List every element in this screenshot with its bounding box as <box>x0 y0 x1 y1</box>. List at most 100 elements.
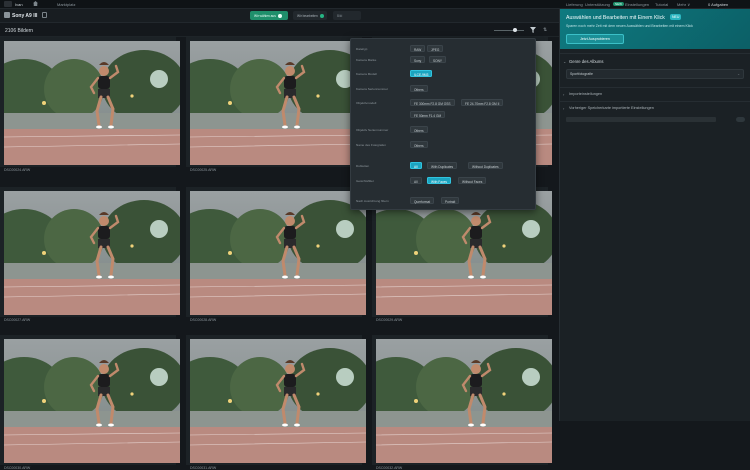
filter-icon[interactable] <box>530 27 536 33</box>
filter-chip[interactable]: Without Duplicates <box>468 162 503 169</box>
edit-icon[interactable] <box>42 12 47 18</box>
filter-chip[interactable]: Others <box>410 126 428 133</box>
step-edit-label: Wir bearbeiten <box>297 14 318 18</box>
sort-icon[interactable]: ⇅ <box>543 27 548 33</box>
import-settings-title: Importeinstellungen <box>569 92 603 96</box>
filter-chip[interactable]: FE 50mm F1.4 GM <box>410 111 446 118</box>
filter-chip[interactable]: Without Faces <box>458 177 487 184</box>
album-title: Sony A9 III <box>12 13 38 19</box>
photo-filename: DSC00024.ARW <box>4 168 31 172</box>
home-icon[interactable] <box>33 1 38 6</box>
photo-thumbnail[interactable] <box>4 41 180 165</box>
check-icon <box>277 14 282 19</box>
photo-tile[interactable]: DSC00030.ARW <box>0 335 180 470</box>
photo-tile[interactable]: DSC00025.ARW <box>186 37 366 172</box>
filter-row-label: Objektiv Seriennummer <box>356 128 389 132</box>
step-select-tab[interactable]: Wir wählen aus <box>250 11 288 20</box>
photo-thumbnail[interactable] <box>190 191 366 315</box>
filter-popover: Dateityp RAW JPEG Kamera Marke Sony SONY Kamer… <box>350 38 536 210</box>
album-toolbar: Sony A9 III Wir wählen aus Wir bearbeite… <box>0 9 559 23</box>
filter-row-label: Gesichtsfilter <box>356 179 374 183</box>
try-now-button[interactable]: Jetzt Ausprobieren <box>566 34 624 44</box>
settings-panel: Auswählen und Bearbeiten mit Einem Klick… <box>559 9 750 421</box>
filter-chip[interactable]: Others <box>410 85 428 92</box>
filter-chip[interactable]: Others <box>410 141 428 148</box>
step-select-label: Wir wählen aus <box>254 14 276 18</box>
genre-title[interactable]: Genre des Albums <box>569 59 603 64</box>
nav-lieferung[interactable]: Lieferung <box>566 2 583 7</box>
photo-filename: DSC00030.ARW <box>4 466 31 470</box>
nav-support[interactable]: Unterstützung <box>585 2 610 7</box>
filter-chip[interactable]: ILCE-9M3 <box>410 70 433 77</box>
photo-thumbnail[interactable] <box>190 41 366 165</box>
photo-thumbnail[interactable] <box>376 339 552 463</box>
filter-row-label: Dateityp <box>356 47 368 51</box>
filter-chip[interactable]: Querformat <box>410 197 435 204</box>
previous-settings-title: Vorheriger Speicherkarte importierte Ein… <box>569 106 654 110</box>
filter-chip[interactable]: All <box>410 177 422 184</box>
nav-tutorial[interactable]: Tutorial <box>655 2 668 7</box>
filter-chip[interactable]: RAW <box>410 45 426 52</box>
photo-tile[interactable]: DSC00027.ARW <box>0 187 180 322</box>
filter-row-label: Objektivmodell <box>356 101 377 105</box>
previous-settings-section[interactable]: › Vorheriger Speicherkarte importierte E… <box>560 101 750 115</box>
filter-row-label: Kamera Seriennummer <box>356 87 388 91</box>
photo-tile[interactable]: DSC00031.ARW <box>186 335 366 470</box>
banner-text: Sparen noch mehr Zeit mit dem neuen Ausw… <box>566 24 693 28</box>
new-badge: NEW <box>613 2 624 6</box>
photo-filename: DSC00028.ARW <box>190 318 217 322</box>
nav-more[interactable]: Mehr ∨ <box>677 2 690 7</box>
photo-filename: DSC00031.ARW <box>190 466 217 470</box>
filter-row-label: Nach Ausrichtung filtern <box>356 199 389 203</box>
step-edit-tab[interactable]: Wir bearbeiten <box>293 11 327 20</box>
top-navigation-bar: Ivan Marktplatz Lieferung Unterstützung … <box>0 0 750 9</box>
chevron-right-icon: › <box>563 106 565 111</box>
gallery-header: 2106 Bildern ⇅ <box>0 23 559 37</box>
chevron-right-icon: › <box>563 92 565 97</box>
banner-badge: NEU <box>670 14 682 20</box>
photo-tile[interactable]: DSC00028.ARW <box>186 187 366 322</box>
filter-chip[interactable]: Sony <box>410 56 426 63</box>
chevron-down-icon: ⌄ <box>737 72 740 76</box>
genre-value: Sportfotografie <box>570 72 593 76</box>
zoom-slider[interactable] <box>494 30 524 31</box>
app-logo[interactable] <box>4 1 12 7</box>
photo-thumbnail[interactable] <box>190 339 366 463</box>
zoom-slider-handle[interactable] <box>513 28 517 32</box>
photo-filename: DSC00029.ARW <box>376 318 403 322</box>
status-dot-icon <box>319 14 324 19</box>
option-toggle[interactable] <box>736 117 745 122</box>
photo-thumbnail[interactable] <box>4 191 180 315</box>
filter-chip[interactable]: With Faces <box>427 177 451 184</box>
tasks-counter[interactable]: 0 Aufgaben <box>708 2 728 7</box>
chevron-down-icon[interactable]: ⌄ <box>563 59 566 64</box>
promo-banner: Auswählen und Bearbeiten mit Einem Klick… <box>560 9 750 49</box>
filter-chip[interactable]: All <box>410 162 422 169</box>
filter-chip[interactable]: FE 24-70mm F2.8 GM II <box>461 99 504 106</box>
photo-filename: DSC00027.ARW <box>4 318 31 322</box>
filter-row-label: Kamera Modell <box>356 72 377 76</box>
filter-chip[interactable]: JPEG <box>427 45 444 52</box>
filter-chip[interactable]: FE 300mm F2.8 GM OSS <box>410 99 455 106</box>
import-settings-section[interactable]: › Importeinstellungen <box>560 87 750 101</box>
filter-row-label: Name des Fotografen <box>356 143 386 147</box>
nav-marketplace[interactable]: Marktplatz <box>57 2 75 7</box>
nav-settings[interactable]: Einstellungen <box>625 2 649 7</box>
genre-select[interactable]: Sportfotografie ⌄ <box>566 69 744 79</box>
filter-chip[interactable]: Portrait <box>441 197 460 204</box>
image-count: 2106 Bildern <box>5 28 34 34</box>
filter-row-label: Kamera Marke <box>356 58 377 62</box>
album-icon <box>4 12 10 18</box>
photo-tile[interactable]: DSC00024.ARW <box>0 37 180 172</box>
photo-thumbnail[interactable] <box>4 339 180 463</box>
filter-chip[interactable]: With Duplicates <box>427 162 458 169</box>
step-image-tab[interactable]: Bild <box>333 11 361 20</box>
photo-filename: DSC00025.ARW <box>190 168 217 172</box>
filter-chip[interactable]: SONY <box>429 56 447 63</box>
disabled-option <box>566 117 716 122</box>
user-name[interactable]: Ivan <box>15 2 23 7</box>
photo-filename: DSC00032.ARW <box>376 466 403 470</box>
filter-row-label: Dubletten <box>356 164 370 168</box>
step-image-label: Bild <box>337 14 343 18</box>
photo-tile[interactable]: DSC00032.ARW <box>372 335 552 470</box>
